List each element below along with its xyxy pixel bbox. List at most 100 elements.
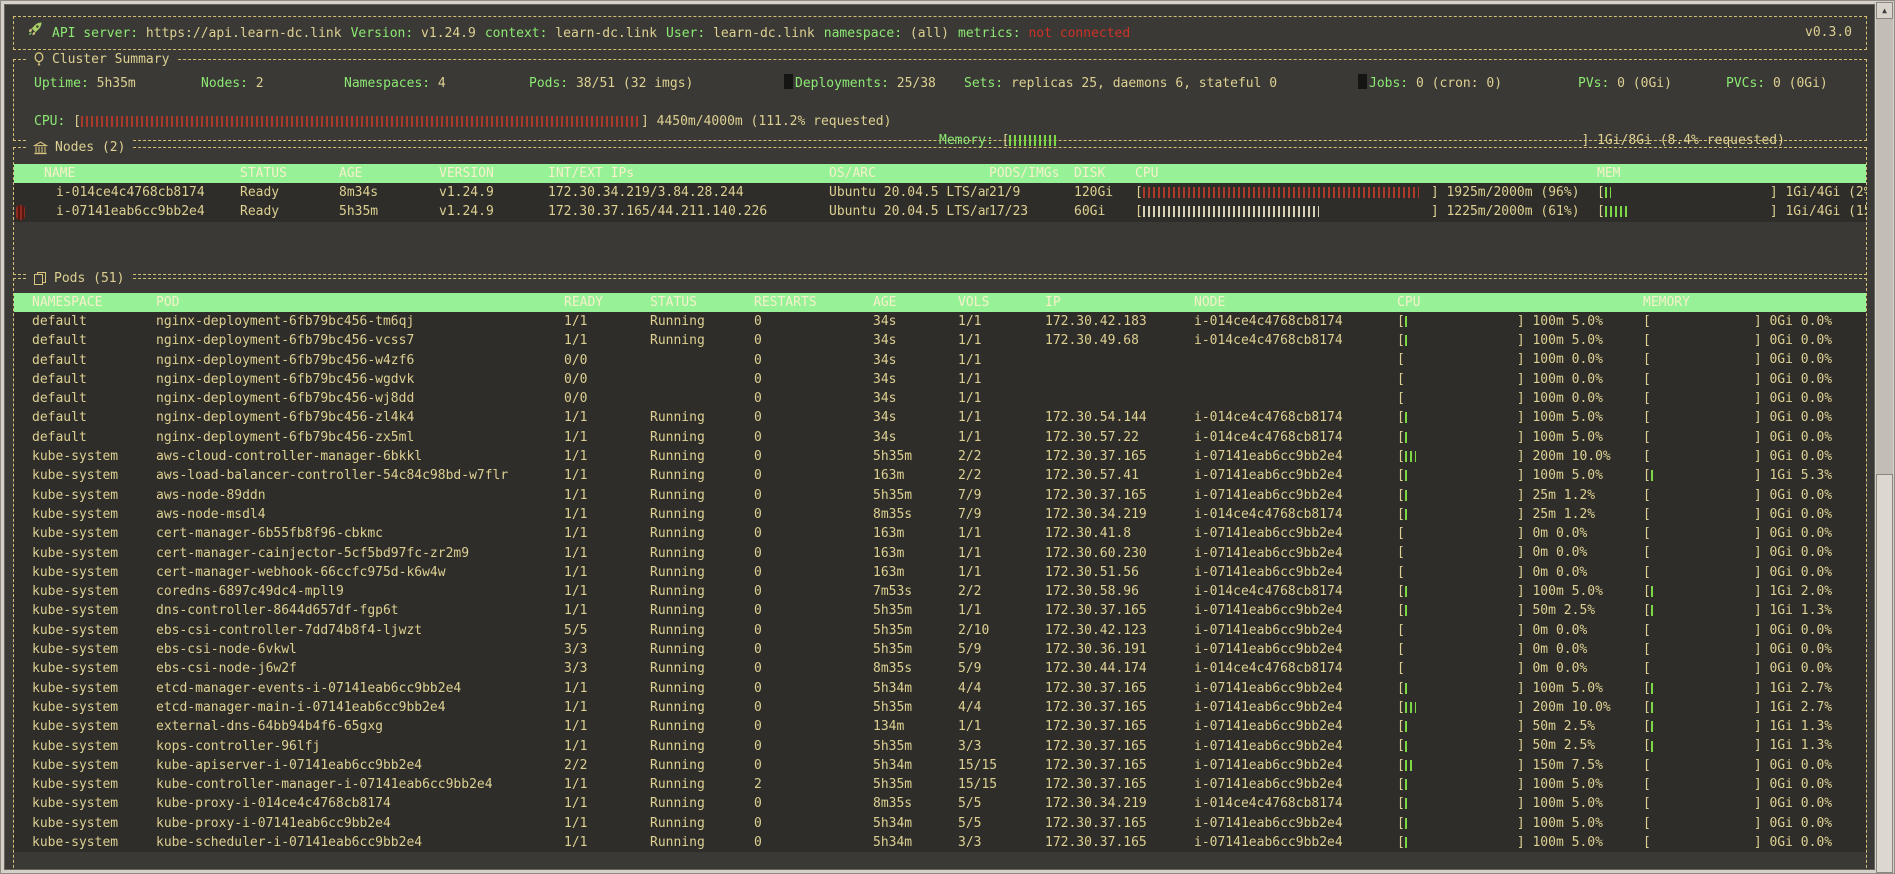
status-label: context: xyxy=(484,25,548,41)
pod-cell-vols: 1/1 xyxy=(958,314,982,329)
pod-cell-ns: default xyxy=(32,429,87,445)
bar-open-bracket: [ xyxy=(1643,641,1651,657)
node-col-cpu: CPU xyxy=(1135,166,1159,181)
pod-col-cpu: CPU xyxy=(1397,295,1421,310)
bar-close-bracket: ] xyxy=(1516,371,1525,387)
bar-value: 50m 2.5% xyxy=(1524,603,1596,619)
pod-cell-vols: 4/4 xyxy=(958,699,982,715)
bar-track xyxy=(1651,373,1754,386)
node-col-status: STATUS xyxy=(240,166,287,181)
usage-bar: [] 100m 5.0% xyxy=(1397,814,1603,833)
bar-close-bracket: ] xyxy=(1753,815,1762,831)
usage-bar: [] 100m 5.0% xyxy=(1397,833,1603,852)
pod-cell-restarts: 0 xyxy=(754,449,762,465)
bar-open-bracket: [ xyxy=(1597,204,1605,220)
bar-open-bracket: [ xyxy=(1397,757,1405,773)
pod-row: kube-system ebs-csi-node-6vkwl 3/3 Running 0… xyxy=(14,640,1866,660)
bar-fill xyxy=(1404,508,1409,520)
stat-label: Deployments: xyxy=(795,76,889,91)
pod-cell-status: Running xyxy=(650,506,705,522)
pod-cell-status: Running xyxy=(650,835,705,851)
cluster-cpu-usage: CPU: [] 4450m/4000m (111.2% requested) xyxy=(34,112,891,131)
pod-cell-restarts: 0 xyxy=(754,835,762,851)
pod-cell-node: i-07141eab6cc9bb2e4 xyxy=(1194,680,1343,696)
status-value: https://api.learn-dc.link xyxy=(145,25,342,41)
bar-fill xyxy=(1650,470,1657,482)
scrollbar[interactable]: ▲ ▼ xyxy=(1876,2,1893,873)
pod-cell-ns: kube-system xyxy=(32,545,119,561)
bar-close-bracket: ] xyxy=(1753,526,1762,542)
stat-value: 25/38 xyxy=(896,76,936,91)
pod-cell-vols: 5/9 xyxy=(958,642,982,658)
pod-cell-status: Running xyxy=(650,333,705,349)
bar-open-bracket: [ xyxy=(1397,487,1405,503)
pod-cell-mem: [] 0Gi 0.0% xyxy=(1643,524,1866,543)
pod-cell-mem: [] 1Gi 5.3% xyxy=(1643,466,1866,485)
bar-track xyxy=(1142,186,1431,199)
pod-cell-pod: aws-node-msdl4 xyxy=(156,506,266,522)
pod-cell-cpu: [] 200m 10.0% xyxy=(1397,447,1643,466)
bar-open-bracket: [ xyxy=(1643,333,1651,349)
bar-track xyxy=(1651,411,1754,424)
pod-cell-age: 34s xyxy=(873,391,897,407)
bar-close-bracket: ] xyxy=(1516,352,1525,368)
pod-cell-ip: 172.30.37.165 xyxy=(1045,815,1147,831)
pod-cell-cpu: [] 0m 0.0% xyxy=(1397,524,1643,543)
node-cell-status: Ready xyxy=(240,185,280,200)
pod-cell-ip: 172.30.37.165 xyxy=(1045,738,1147,754)
pod-cell-status: Running xyxy=(650,699,705,715)
pod-cell-vols: 1/1 xyxy=(958,603,982,619)
pod-cell-node: i-07141eab6cc9bb2e4 xyxy=(1194,526,1343,542)
bar-value: 0Gi 0.0% xyxy=(1761,506,1833,522)
pod-cell-ip: 172.30.49.68 xyxy=(1045,333,1139,349)
pod-cell-vols: 1/1 xyxy=(958,410,982,426)
bar-close-bracket: ] xyxy=(1753,429,1762,445)
scrollbar-track[interactable] xyxy=(1876,19,1893,873)
pod-cell-restarts: 0 xyxy=(754,680,762,696)
bar-value: 100m 5.0% xyxy=(1524,834,1603,850)
pod-cell-restarts: 0 xyxy=(754,642,762,658)
pod-cell-node: i-07141eab6cc9bb2e4 xyxy=(1194,815,1343,831)
scrollbar-thumb[interactable] xyxy=(1876,474,1893,873)
pod-cell-status: Running xyxy=(650,545,705,561)
pod-cell-vols: 2/2 xyxy=(958,449,982,465)
bar-track xyxy=(1405,392,1517,405)
pod-cell-pod: kube-proxy-i-014ce4c4768cb8174 xyxy=(156,796,391,812)
bar-close-bracket: ] xyxy=(1516,564,1525,580)
pod-cell-node: i-07141eab6cc9bb2e4 xyxy=(1194,719,1343,735)
usage-bar: [] 0Gi 0.0% xyxy=(1643,563,1832,582)
pod-cell-ns: kube-system xyxy=(32,796,119,812)
pod-cell-pod: etcd-manager-main-i-07141eab6cc9bb2e4 xyxy=(156,699,446,715)
bar-track xyxy=(1405,624,1517,637)
usage-bar: [] 0Gi 0.0% xyxy=(1643,775,1832,794)
pod-cell-node: i-014ce4c4768cb8174 xyxy=(1194,796,1343,812)
pod-cell-ready: 1/1 xyxy=(564,526,588,542)
pod-cell-ns: kube-system xyxy=(32,526,119,542)
bar-value: 1Gi 1.3% xyxy=(1761,603,1833,619)
bar-track xyxy=(1404,759,1517,772)
bar-open-bracket: [ xyxy=(1397,352,1405,368)
pod-row: default nginx-deployment-6fb79bc456-zx5ml… xyxy=(14,427,1866,448)
bar-close-bracket: ] xyxy=(1753,603,1762,619)
bar-open-bracket: [ xyxy=(1643,564,1651,580)
bar-open-bracket: [ xyxy=(1643,313,1651,329)
bar-close-bracket: ] xyxy=(1516,680,1525,696)
node-cell-age: 5h35m xyxy=(339,204,379,220)
pod-row: kube-system aws-node-msdl4 1/1 Running 0 8m35… xyxy=(14,504,1866,525)
pod-cell-restarts: 0 xyxy=(754,815,762,831)
pod-cell-status: Running xyxy=(650,314,705,329)
bar-value: 0Gi 0.0% xyxy=(1761,313,1833,329)
bar-track xyxy=(1405,547,1517,560)
bar-value: 0m 0.0% xyxy=(1524,564,1588,580)
pod-row: kube-system kube-proxy-i-014ce4c4768cb817… xyxy=(14,794,1866,814)
pod-cell-ip: 172.30.44.174 xyxy=(1045,661,1147,677)
pod-cell-ready: 1/1 xyxy=(564,680,588,696)
pod-cell-age: 34s xyxy=(873,352,897,368)
usage-bar: [] 100m 5.0% xyxy=(1397,582,1603,601)
scroll-up-button[interactable]: ▲ xyxy=(1876,2,1893,19)
bar-track xyxy=(1404,740,1517,753)
pod-cell-mem: [] 0Gi 0.0% xyxy=(1643,621,1866,640)
pod-cell-ns: kube-system xyxy=(32,506,119,522)
bar-close-bracket: ] xyxy=(1516,506,1525,522)
pod-cell-age: 163m xyxy=(873,545,905,561)
